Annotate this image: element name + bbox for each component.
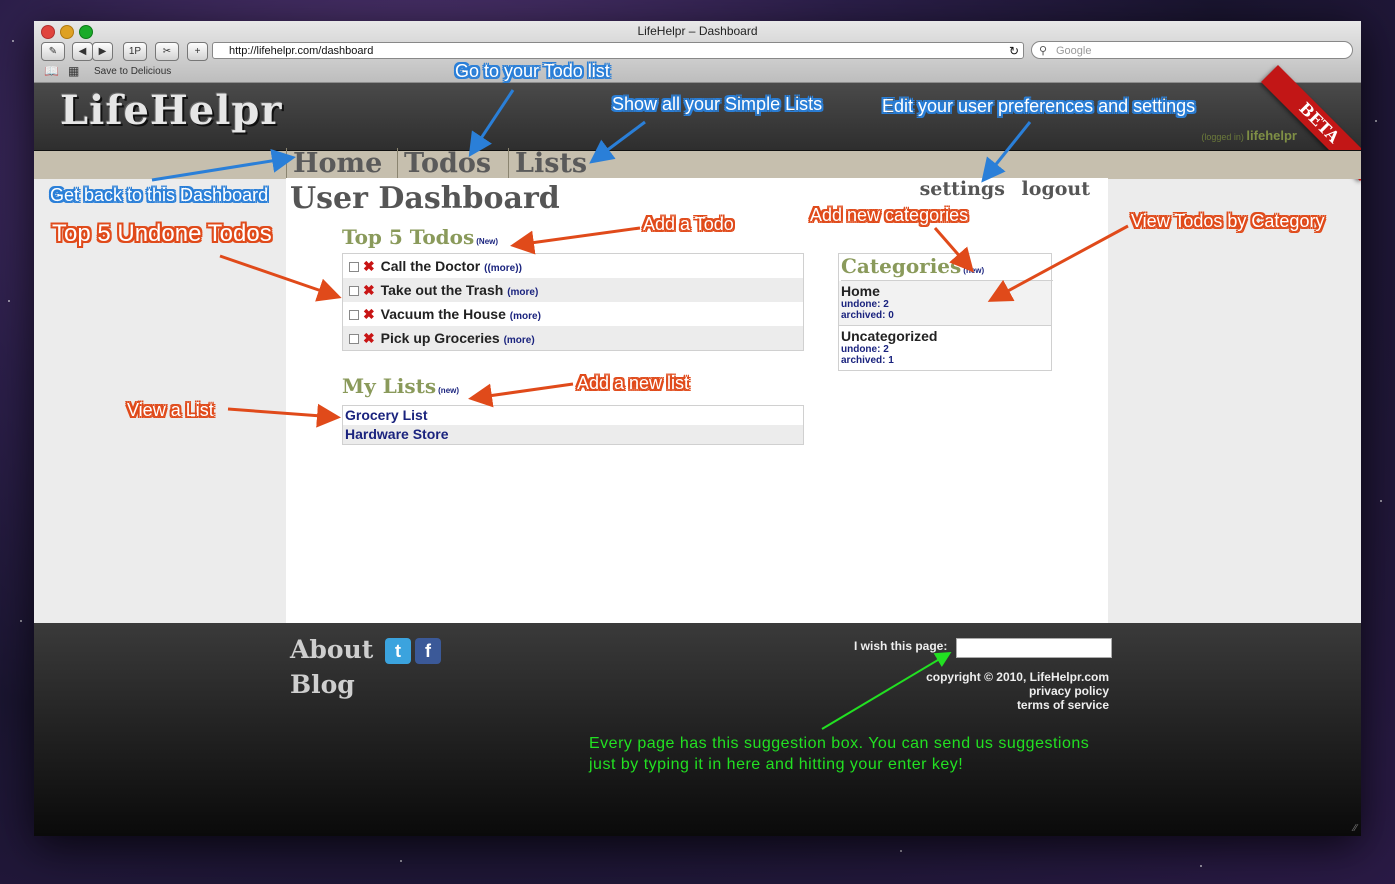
arrow-top5 — [219, 254, 342, 302]
arrow-view-list — [227, 403, 341, 428]
arrow-add-categories — [933, 227, 974, 273]
arrow-view-by-category — [987, 224, 1129, 302]
arrow-add-list — [468, 382, 574, 408]
arrow-settings — [981, 121, 1032, 183]
arrow-home — [151, 148, 296, 182]
arrow-suggestion — [821, 651, 952, 730]
arrow-add-todo — [510, 226, 641, 255]
arrow-todos — [468, 89, 515, 158]
annotation-arrows — [151, 89, 1129, 730]
arrow-lists — [589, 120, 646, 164]
